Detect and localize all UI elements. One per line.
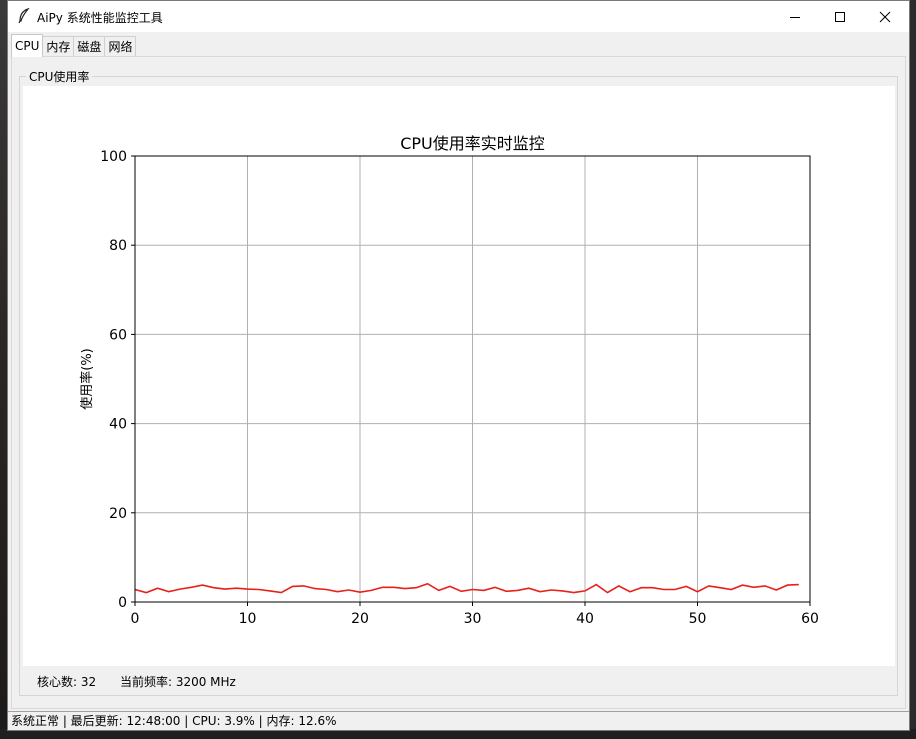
x-tick-label: 0: [131, 611, 140, 627]
window-title: AiPy 系统性能监控工具: [37, 11, 163, 25]
close-button[interactable]: [862, 1, 908, 32]
y-tick-label: 80: [109, 238, 127, 254]
cpu-info-row: 核心数: 32 当前频率: 3200 MHz: [37, 673, 256, 690]
current-frequency-label: 当前频率: 3200 MHz: [119, 675, 236, 689]
y-tick-label: 60: [109, 327, 127, 343]
core-count-label: 核心数: 32: [37, 675, 97, 689]
tab-memory[interactable]: 内存: [42, 36, 75, 56]
x-tick-label: 20: [351, 611, 369, 627]
y-tick-label: 100: [100, 149, 127, 165]
maximize-icon: [835, 11, 845, 22]
tab-bar: CPU 内存 磁盘 网络: [11, 34, 137, 57]
cpu-tab-panel: CPU使用率 0 10 20 30 40 50 60 0 20 40 60 80 100 CPU使用率实…: [11, 56, 906, 709]
close-icon: [879, 11, 891, 22]
app-window: AiPy 系统性能监控工具 CPU 内存 磁盘 网络 CPU使用率 0 10 2…: [7, 0, 910, 731]
maximize-button[interactable]: [817, 1, 863, 32]
tab-disk[interactable]: 磁盘: [73, 36, 106, 56]
chart-title: CPU使用率实时监控: [400, 134, 545, 153]
minimize-icon: [790, 16, 800, 18]
feather-icon: [18, 8, 30, 24]
y-tick-label: 20: [109, 506, 127, 522]
x-tick-label: 60: [801, 611, 819, 627]
x-tick-label: 40: [576, 611, 594, 627]
chart-canvas: 0 10 20 30 40 50 60 0 20 40 60 80 100 CPU使用率实时监控 使用率…: [23, 86, 895, 666]
group-label: CPU使用率: [26, 68, 93, 85]
cpu-line-chart: 0 10 20 30 40 50 60 0 20 40 60 80 100 CPU使用率实时监控 使用率…: [79, 134, 819, 627]
tab-cpu[interactable]: CPU: [11, 34, 44, 57]
y-tick-label: 0: [118, 595, 127, 611]
tab-network[interactable]: 网络: [104, 36, 137, 56]
series-line-cpu-usage: [134, 582, 799, 594]
x-tick-label: 10: [239, 611, 257, 627]
y-axis-label: 使用率(%): [79, 348, 95, 410]
y-tick-label: 40: [109, 417, 127, 433]
minimize-button[interactable]: [772, 1, 818, 32]
x-tick-label: 50: [689, 611, 707, 627]
title-bar[interactable]: AiPy 系统性能监控工具: [8, 1, 909, 32]
status-bar: 系统正常 | 最后更新: 12:48:00 | CPU: 3.9% | 内存: …: [8, 711, 909, 730]
x-tick-label: 30: [464, 611, 482, 627]
